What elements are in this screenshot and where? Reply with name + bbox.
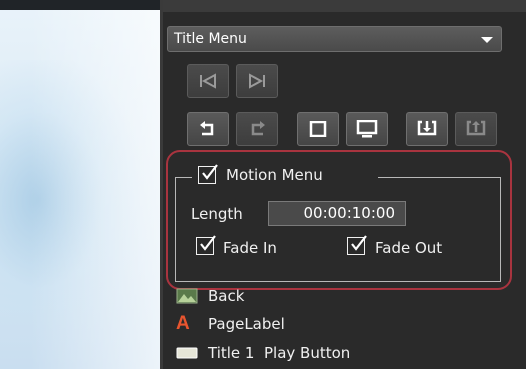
safe-area-button[interactable] (297, 112, 339, 146)
checkmark-icon (202, 164, 218, 180)
layer-label: PageLabel (208, 315, 285, 333)
motion-menu-group (175, 177, 501, 282)
checkmark-icon (200, 235, 216, 251)
fade-in-checkbox[interactable] (196, 235, 216, 255)
redo-button[interactable] (236, 112, 278, 146)
preview-top-bar (0, 0, 160, 10)
text-label-icon: A (176, 313, 190, 334)
menu-type-dropdown[interactable]: Title Menu (167, 26, 502, 52)
layer-item-pagelabel[interactable]: A PageLabel (176, 312, 506, 336)
monitor-icon (356, 120, 378, 138)
fade-out-checkbox[interactable] (347, 235, 367, 255)
last-page-button[interactable] (236, 64, 278, 98)
layer-item-back[interactable]: Back (176, 284, 506, 308)
menu-type-value: Title Menu (174, 31, 247, 47)
fade-in-label: Fade In (223, 239, 277, 257)
first-page-icon (198, 73, 218, 89)
export-icon (466, 120, 486, 138)
length-timecode-input[interactable]: 00:00:10:00 (268, 201, 406, 226)
preview-canvas (0, 0, 160, 369)
chevron-down-icon (481, 37, 493, 43)
button-icon (176, 344, 198, 362)
panel-top-strip (160, 0, 526, 12)
panel-divider[interactable] (160, 0, 163, 369)
checkmark-icon (351, 235, 367, 251)
motion-menu-checkbox[interactable] (198, 164, 218, 184)
undo-icon (198, 121, 218, 137)
preview-monitor-button[interactable] (346, 112, 388, 146)
redo-icon (247, 121, 267, 137)
import-icon (417, 120, 437, 138)
motion-menu-label: Motion Menu (226, 166, 323, 184)
export-button[interactable] (455, 112, 497, 146)
length-label: Length (191, 205, 243, 223)
undo-button[interactable] (187, 112, 229, 146)
first-page-button[interactable] (187, 64, 229, 98)
layer-label: Title 1 Play Button (208, 344, 351, 362)
import-button[interactable] (406, 112, 448, 146)
fade-out-label: Fade Out (375, 239, 443, 257)
square-icon (309, 121, 327, 137)
layer-item-play-button[interactable]: Title 1 Play Button (176, 341, 506, 365)
image-icon (176, 287, 198, 305)
layer-label: Back (208, 287, 245, 305)
last-page-icon (247, 73, 267, 89)
preview-background-light (30, 10, 160, 369)
